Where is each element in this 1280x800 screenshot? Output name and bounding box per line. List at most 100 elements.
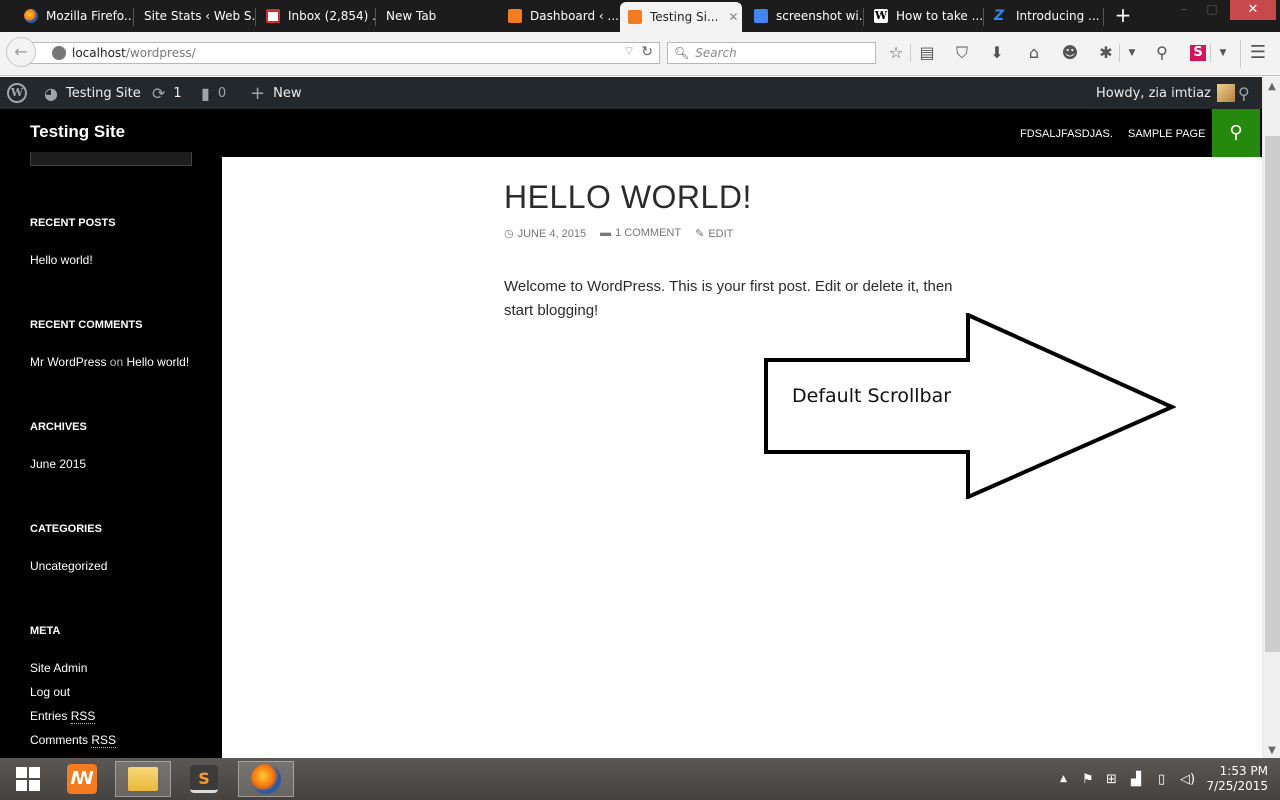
admin-account[interactable]: Howdy, zia imtiaz <box>1096 77 1235 109</box>
extension-icon[interactable]: ✱ <box>1096 43 1116 63</box>
window-close-button[interactable]: ✕ <box>1230 0 1276 20</box>
site-header: Testing Site FDSALJFASDJAS. SAMPLE PAGE … <box>0 109 1262 157</box>
url-host: localhost <box>72 46 126 60</box>
nav-link-fdsaljfasdjas[interactable]: FDSALJFASDJAS. <box>1020 128 1113 140</box>
windows-flag-tray-icon[interactable]: ⊞ <box>1106 758 1117 800</box>
taskbar-clock[interactable]: 1:53 PM 7/25/2015 <box>1206 764 1268 794</box>
post-edit-link[interactable]: ✎ EDIT <box>695 227 733 240</box>
google-icon <box>754 9 768 23</box>
s-extension-icon[interactable]: S <box>1190 45 1206 61</box>
nav-link-sample-page[interactable]: SAMPLE PAGE <box>1128 128 1205 140</box>
pencil-icon: ✎ <box>695 228 705 240</box>
dropdown-arrow-icon[interactable]: ▽ <box>625 46 633 57</box>
s-dropdown-icon[interactable]: ▼ <box>1213 43 1233 63</box>
rss-abbr: RSS <box>70 709 96 724</box>
action-center-icon[interactable]: ⚑ <box>1082 758 1094 800</box>
url-bar[interactable]: localhost/wordpress/ ▽ ↻ <box>30 42 660 64</box>
folder-icon <box>128 767 158 791</box>
admin-updates[interactable]: ⟳ 1 <box>152 77 182 109</box>
tab-label: screenshot wi... <box>776 9 864 23</box>
scrollbar-thumb[interactable] <box>1265 136 1280 652</box>
admin-new[interactable]: + New <box>250 77 301 109</box>
recent-post-link[interactable]: Hello world! <box>30 253 93 267</box>
tab-inbox[interactable]: Inbox (2,854) ... <box>258 2 376 30</box>
taskbar-xampp[interactable]: ꟿ <box>54 761 110 797</box>
xampp-icon: ꟿ <box>67 764 97 794</box>
firefox-icon <box>24 9 38 23</box>
widget-title-recent-comments: RECENT COMMENTS <box>30 319 143 331</box>
xampp-icon <box>508 9 522 23</box>
comment-post-link[interactable]: Hello world! <box>127 355 190 369</box>
extension-dropdown-icon[interactable]: ▼ <box>1122 43 1142 63</box>
widget-title-archives: ARCHIVES <box>30 421 87 433</box>
admin-search-button[interactable]: ⚲ <box>1238 77 1250 109</box>
avatar <box>1216 84 1235 102</box>
category-link[interactable]: Uncategorized <box>30 559 107 573</box>
comment-author-link[interactable]: Mr WordPress <box>30 355 106 369</box>
sidebar-search-input[interactable] <box>30 152 192 166</box>
menu-icon[interactable]: ☰ <box>1248 43 1268 63</box>
volume-icon[interactable]: ◁) <box>1180 758 1195 800</box>
site-title[interactable]: Testing Site <box>30 122 125 142</box>
wikihow-icon: W <box>874 9 888 23</box>
show-hidden-icons-button[interactable]: ▲ <box>1060 758 1067 800</box>
tab-screenshot[interactable]: screenshot wi... <box>746 2 864 30</box>
bookmark-star-icon[interactable]: ☆ <box>886 43 906 63</box>
taskbar-file-explorer[interactable] <box>115 761 171 797</box>
download-icon[interactable]: ⬇ <box>987 43 1007 63</box>
reading-list-icon[interactable]: ▤ <box>917 43 937 63</box>
tab-mozilla-firefox[interactable]: Mozilla Firefo... <box>16 2 134 30</box>
post-date-link[interactable]: ◷ JUNE 4, 2015 <box>504 227 586 240</box>
meta-site-admin-link[interactable]: Site Admin <box>30 661 87 675</box>
tab-new-tab[interactable]: New Tab <box>378 2 498 30</box>
network-signal-icon[interactable]: ▟ <box>1131 758 1141 800</box>
battery-icon[interactable]: ▯ <box>1158 758 1165 800</box>
clock-time: 1:53 PM <box>1219 764 1268 778</box>
main-content: HELLO WORLD! ◷ JUNE 4, 2015 ▬ 1 COMMENT ✎ E… <box>222 157 1262 758</box>
tab-label: Site Stats ‹ Web S... <box>144 9 256 23</box>
admin-comments[interactable]: ▮ 0 <box>201 77 226 109</box>
globe-icon <box>52 46 66 60</box>
scroll-down-arrow-icon[interactable]: ▼ <box>1263 745 1280 756</box>
meta-comments-rss-link[interactable]: Comments RSS <box>30 733 117 748</box>
tab-introducing[interactable]: Z Introducing ... <box>986 2 1104 30</box>
back-button[interactable]: ← <box>6 37 36 67</box>
tab-label: Dashboard ‹ ... <box>530 9 618 23</box>
archive-link[interactable]: June 2015 <box>30 457 86 471</box>
pocket-icon[interactable]: ⛉ <box>952 43 972 63</box>
close-tab-icon[interactable]: ✕ <box>728 10 738 24</box>
post-edit: EDIT <box>708 228 734 240</box>
reload-icon[interactable]: ↻ <box>641 44 653 60</box>
meta-entries-rss-link[interactable]: Entries RSS <box>30 709 96 724</box>
wp-admin-bar: W ◕ Testing Site ⟳ 1 ▮ 0 + New Howdy, zi… <box>0 77 1262 109</box>
search-input[interactable]: 🔍︎ Search <box>667 42 876 64</box>
updates-icon: ⟳ <box>152 83 166 103</box>
comments-count: 0 <box>217 85 227 101</box>
sidebar: RECENT POSTS Hello world! RECENT COMMENT… <box>0 152 222 758</box>
post-title[interactable]: HELLO WORLD! <box>504 179 752 216</box>
pin-icon[interactable]: ⚲ <box>1152 43 1172 63</box>
dashboard-icon: ◕ <box>44 83 58 103</box>
search-toggle-button[interactable]: ⚲ <box>1212 109 1260 157</box>
tab-site-stats[interactable]: Site Stats ‹ Web S... <box>136 2 256 30</box>
maximize-button[interactable]: □ <box>1198 0 1226 20</box>
tab-testing-site[interactable]: Testing Si... ✕ <box>620 2 742 32</box>
scroll-up-arrow-icon[interactable]: ▲ <box>1263 81 1280 92</box>
home-icon[interactable]: ⌂ <box>1024 43 1044 63</box>
start-button[interactable] <box>0 761 56 797</box>
taskbar-firefox[interactable] <box>238 761 294 797</box>
admin-site-name[interactable]: ◕ Testing Site <box>44 77 141 109</box>
new-tab-button[interactable]: + <box>1112 4 1134 26</box>
tab-how-to-take[interactable]: W How to take ... <box>866 2 984 30</box>
taskbar-sublime-text[interactable]: S <box>176 761 232 797</box>
minimize-button[interactable]: – <box>1170 0 1198 20</box>
wp-logo-button[interactable]: W <box>7 77 27 109</box>
tab-label: Inbox (2,854) ... <box>288 9 376 23</box>
page-scrollbar[interactable]: ▲ ▼ <box>1262 77 1280 758</box>
meta-log-out-link[interactable]: Log out <box>30 685 70 699</box>
howdy-label: Howdy, zia imtiaz <box>1096 85 1211 101</box>
tab-dashboard[interactable]: Dashboard ‹ ... <box>500 2 618 30</box>
post-comments-link[interactable]: ▬ 1 COMMENT <box>600 227 681 240</box>
chat-icon[interactable]: ☻ <box>1060 43 1080 63</box>
clock-icon: ◷ <box>504 228 514 240</box>
